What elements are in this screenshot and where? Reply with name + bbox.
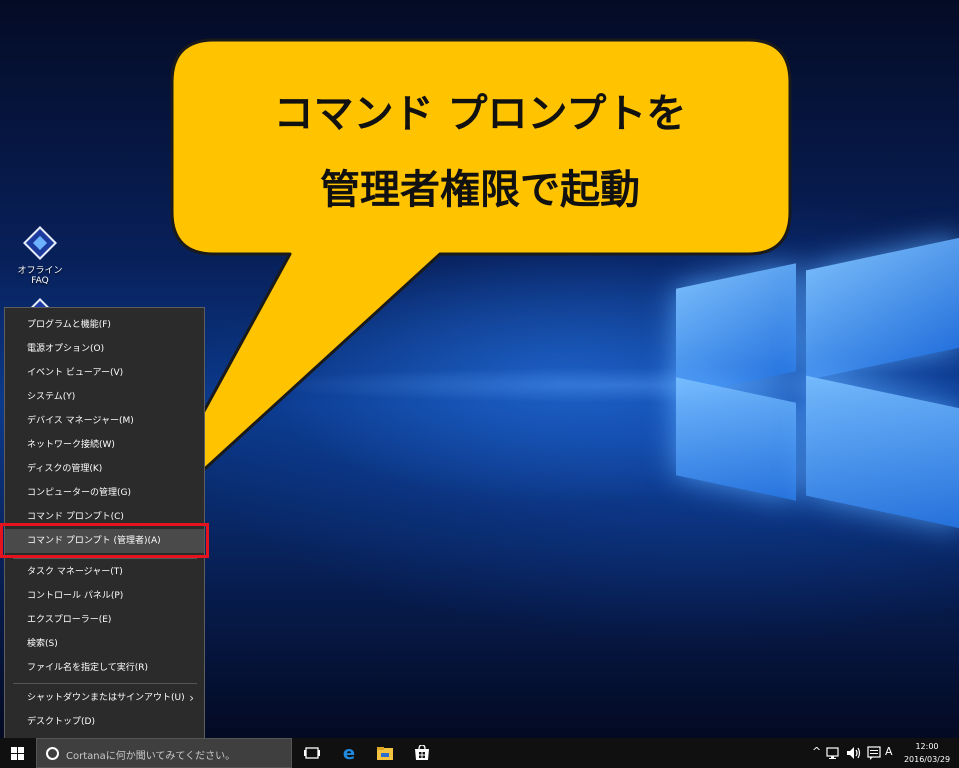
menu-item-run[interactable]: ファイル名を指定して実行(R)	[5, 656, 204, 680]
network-icon[interactable]	[826, 745, 842, 761]
search-placeholder: Cortanaに何か聞いてみてください。	[66, 751, 236, 762]
menu-separator	[13, 683, 197, 684]
clock-time: 12:00	[915, 742, 939, 751]
menu-item-shutdown-signout[interactable]: シャットダウンまたはサインアウト(U) ›	[5, 686, 204, 710]
clock[interactable]: 12:00 2016/03/29	[900, 740, 954, 766]
taskbar: Cortanaに何か聞いてみてください。 e ^ A 12:00 2016/03…	[0, 738, 959, 768]
menu-item-task-manager[interactable]: タスク マネージャー(T)	[5, 560, 204, 584]
menu-item-file-explorer[interactable]: エクスプローラー(E)	[5, 608, 204, 632]
menu-item-system[interactable]: システム(Y)	[5, 385, 204, 409]
menu-item-network-connections[interactable]: ネットワーク接続(W)	[5, 433, 204, 457]
chevron-right-icon: ›	[189, 691, 194, 705]
highlight-box	[0, 523, 209, 558]
callout-text: コマンド プロンプトを 管理者権限で起動	[178, 76, 782, 228]
menu-item-label: シャットダウンまたはサインアウト(U)	[27, 693, 185, 703]
menu-item-computer-management[interactable]: コンピューターの管理(G)	[5, 481, 204, 505]
file-explorer-icon[interactable]	[376, 745, 394, 761]
menu-item-search[interactable]: 検索(S)	[5, 632, 204, 656]
menu-separator	[13, 558, 197, 559]
menu-item-device-manager[interactable]: デバイス マネージャー(M)	[5, 409, 204, 433]
clock-date: 2016/03/29	[903, 755, 951, 764]
menu-item-power-options[interactable]: 電源オプション(O)	[5, 337, 204, 361]
menu-item-programs-features[interactable]: プログラムと機能(F)	[5, 313, 204, 337]
menu-item-event-viewer[interactable]: イベント ビューアー(V)	[5, 361, 204, 385]
menu-item-control-panel[interactable]: コントロール パネル(P)	[5, 584, 204, 608]
task-view-icon[interactable]	[303, 745, 321, 761]
start-button[interactable]	[0, 738, 36, 768]
callout-line-1: コマンド プロンプトを	[273, 91, 687, 137]
volume-icon[interactable]	[846, 745, 862, 761]
menu-item-desktop[interactable]: デスクトップ(D)	[5, 710, 204, 734]
callout-line-2: 管理者権限で起動	[320, 167, 640, 213]
show-hidden-icons-chevron-up-icon[interactable]: ^	[812, 745, 821, 758]
store-icon[interactable]	[413, 745, 431, 761]
cortana-icon	[46, 747, 59, 760]
menu-item-disk-management[interactable]: ディスクの管理(K)	[5, 457, 204, 481]
edge-icon[interactable]: e	[340, 745, 358, 761]
svg-text:e: e	[343, 745, 355, 761]
ime-indicator[interactable]: A	[885, 745, 893, 758]
cortana-search-box[interactable]: Cortanaに何か聞いてみてください。	[36, 738, 292, 768]
action-center-icon[interactable]	[866, 745, 882, 761]
